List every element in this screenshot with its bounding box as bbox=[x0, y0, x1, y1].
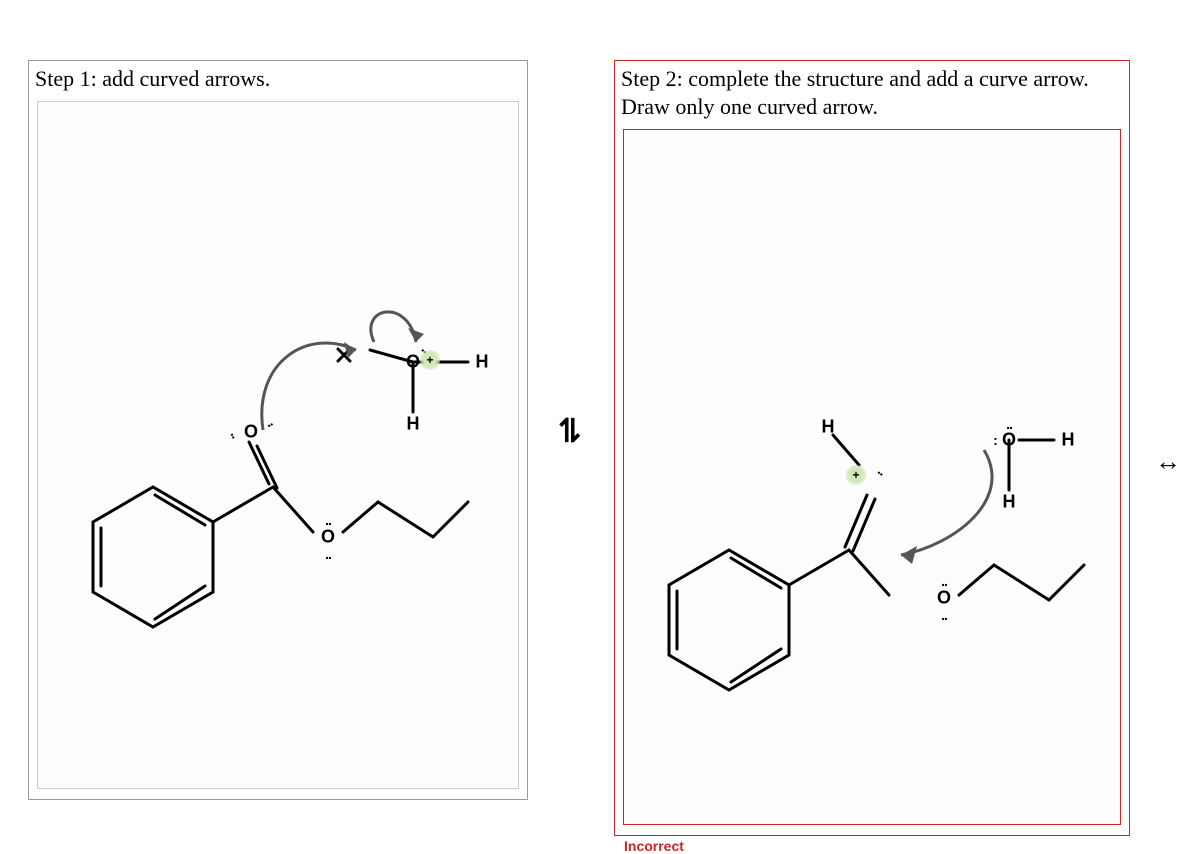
step2-feedback: Incorrect bbox=[624, 838, 684, 854]
lp2-O2-top: .. bbox=[941, 573, 947, 589]
step1-panel: Step 1: add curved arrows. bbox=[28, 60, 528, 800]
step1-canvas[interactable]: O .. .. O .. .. O .. H H + bbox=[37, 101, 519, 789]
atom2-water-H-bottom: H bbox=[1003, 492, 1016, 513]
lp2-water-top: .. bbox=[1006, 416, 1012, 432]
atom-hydronium-H-bottom: H bbox=[407, 414, 420, 435]
step2-molecule bbox=[624, 130, 1122, 826]
step1-molecule bbox=[38, 102, 520, 790]
atom-hydronium-H-right: H bbox=[476, 352, 489, 373]
lp2-O2-bot: .. bbox=[941, 607, 947, 623]
step1-title: Step 1: add curved arrows. bbox=[29, 61, 527, 95]
step2-title: Step 2: complete the structure and add a… bbox=[615, 61, 1129, 122]
atom-O-peroxy1: O bbox=[321, 527, 335, 548]
atom-hydronium-O: O bbox=[406, 352, 420, 373]
lp-O2-bot: .. bbox=[325, 546, 331, 562]
lp2-water-left: : bbox=[993, 432, 997, 448]
resonance-arrow: ↔ bbox=[1155, 447, 1181, 477]
hydronium-plus: + bbox=[420, 350, 440, 370]
oxocarbenium-plus: + bbox=[846, 465, 866, 485]
atom-O-carbonyl: O bbox=[244, 422, 258, 443]
lp-O2-top: .. bbox=[325, 512, 331, 528]
atom2-H-on-O: H bbox=[822, 417, 835, 438]
equilibrium-arrow: ⇌ bbox=[552, 417, 590, 444]
atom2-water-H-right: H bbox=[1062, 430, 1075, 451]
step2-canvas[interactable]: H .. + O .. .. O .. : H H bbox=[623, 129, 1121, 825]
step2-panel: Step 2: complete the structure and add a… bbox=[614, 60, 1130, 836]
atom2-water-O: O bbox=[1002, 430, 1016, 451]
atom2-O-peroxy: O bbox=[937, 588, 951, 609]
